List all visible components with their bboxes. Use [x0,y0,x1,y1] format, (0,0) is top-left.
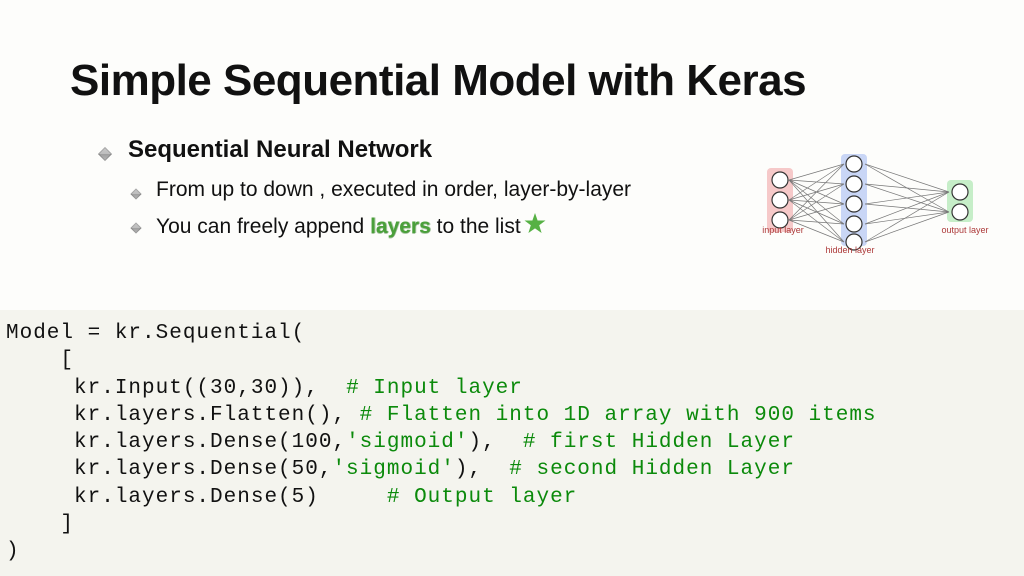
code-l6-cmt: # second Hidden Layer [509,458,795,481]
code-l6-str: 'sigmoid' [332,458,454,481]
code-l7: kr.layers.Dense(5) [6,486,387,509]
star-icon [523,212,547,236]
code-l3-cmt: # Input layer [346,377,523,400]
code-l5-cmt: # first Hidden Layer [523,431,795,454]
nn-label-hidden: hidden layer [820,245,880,255]
code-l3: kr.Input((30,30)), [6,377,346,400]
code-l5-str: 'sigmoid' [346,431,468,454]
code-l9: ) [6,540,20,563]
code-block: Model = kr.Sequential( [ kr.Input((30,30… [0,310,1024,576]
nn-label-input: input layer [753,225,813,235]
code-l6b: ), [455,458,509,481]
code-l5b: ), [468,431,522,454]
code-l2: [ [6,349,74,372]
code-l4-cmt: # Flatten into 1D array with 900 items [360,404,877,427]
bullet-l2-b-pre: You can freely append [156,215,370,238]
nn-label-output: output layer [935,225,995,235]
code-l8: ] [6,513,74,536]
code-l6a: kr.layers.Dense(50, [6,458,332,481]
code-l4: kr.layers.Flatten(), [6,404,360,427]
bullet-l2-b-post: to the list [431,215,521,238]
highlight-layers: layers [370,215,431,238]
slide-title: Simple Sequential Model with Keras [0,0,1024,106]
code-l7-cmt: # Output layer [387,486,577,509]
code-l5a: kr.layers.Dense(100, [6,431,346,454]
code-l1: Model = kr.Sequential( [6,322,305,345]
